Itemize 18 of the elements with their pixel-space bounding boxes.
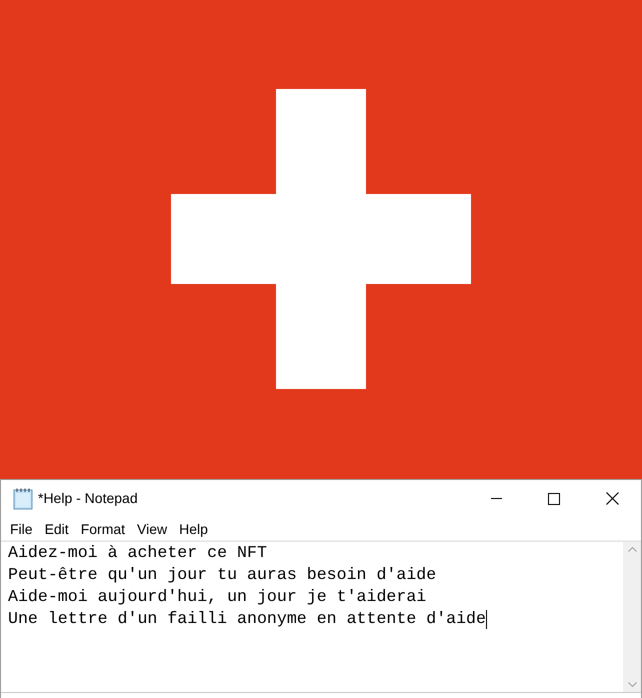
text-editor[interactable]: Aidez-moi à acheter ce NFT Peut-être qu'un jour tu auras besoin d'aide Aide-moi aujourd'hui, un jour je t'aiderai Une lettre d'un failli anonyme en attente d'aide	[1, 542, 623, 692]
close-icon	[606, 492, 618, 505]
menu-item[interactable]: Help	[173, 518, 214, 540]
scroll-up-icon[interactable]	[628, 547, 636, 552]
menu-item[interactable]: File	[4, 518, 39, 540]
menu-item[interactable]: Edit	[38, 518, 75, 540]
minimize-icon	[490, 498, 502, 499]
window-title: *Help - Notepad	[38, 489, 138, 508]
menu-item[interactable]: Format	[74, 518, 132, 540]
text-line: Aidez-moi à acheter ce NFT	[8, 542, 267, 564]
menu-item[interactable]: View	[131, 518, 174, 540]
scroll-down-icon[interactable]	[628, 682, 636, 687]
maximize-icon	[548, 492, 560, 504]
notepad-icon	[13, 488, 33, 510]
text-line: Une lettre d'un failli anonyme en attente d'aide	[8, 608, 486, 630]
vertical-scrollbar[interactable]	[623, 542, 641, 692]
text-line: Peut-être qu'un jour tu auras besoin d'aide	[8, 564, 436, 586]
text-line: Aide-moi aujourd'hui, un jour je t'aiderai	[8, 586, 426, 608]
